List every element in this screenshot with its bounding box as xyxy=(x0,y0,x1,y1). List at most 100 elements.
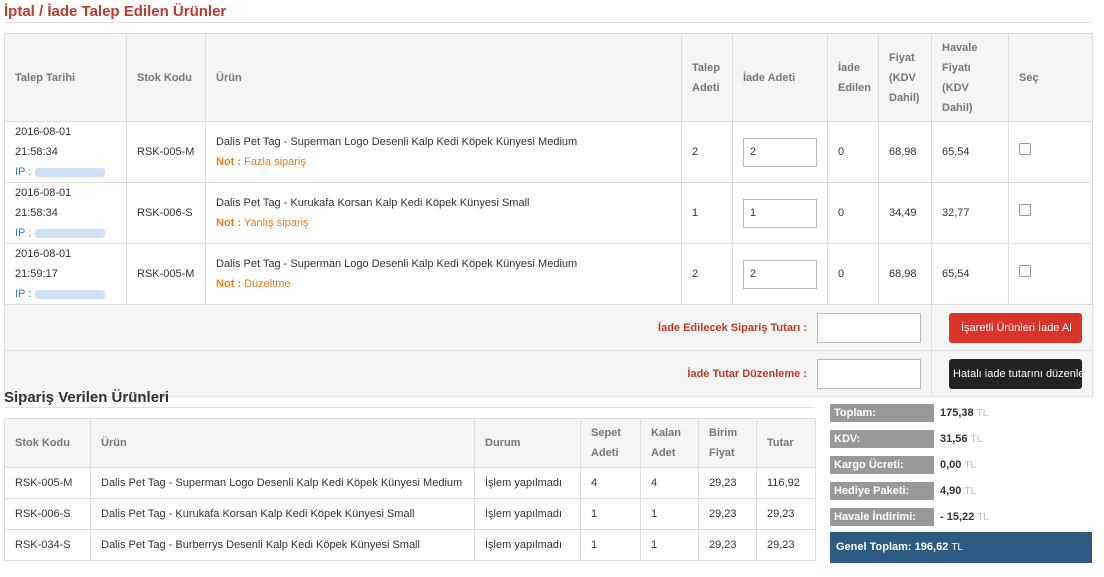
sku: RSK-005-M xyxy=(4,467,91,499)
ip-address: IP : xyxy=(15,284,116,304)
request-date: 2016-08-01 21:58:34 xyxy=(15,126,72,158)
total-value: 175,38 TL xyxy=(940,407,989,419)
ip-address: IP : xyxy=(15,223,116,243)
col-header-date: Talep Tarihi xyxy=(4,33,127,122)
adjust-amount-input[interactable] xyxy=(817,358,921,389)
select-checkbox[interactable] xyxy=(1019,265,1031,277)
col-header-remaining: Kalan Adet xyxy=(640,418,699,468)
cart-qty: 1 xyxy=(580,498,641,530)
col-header-select: Seç xyxy=(1008,33,1093,122)
remaining-qty: 1 xyxy=(640,529,699,561)
returns-table: Talep Tarihi Stok Kodu Ürün Talep Adeti … xyxy=(4,33,1093,397)
total-value: 4,90 TL xyxy=(940,485,977,497)
subtotal-row: Toplam: 175,38 TL xyxy=(830,402,1092,428)
price: 68,98 xyxy=(878,243,932,305)
unit-price: 29,23 xyxy=(698,467,757,499)
col-header-unit-price: Birim Fiyat xyxy=(698,418,757,468)
product-name: Dalis Pet Tag - Burberrys Desenli Kalp K… xyxy=(90,529,475,561)
col-header-total: Tutar xyxy=(756,418,816,468)
returned-qty: 0 xyxy=(827,243,879,305)
product-name: Dalis Pet Tag - Kurukafa Korsan Kalp Ked… xyxy=(90,498,475,530)
title-divider xyxy=(4,407,814,408)
title-divider xyxy=(4,22,1092,23)
col-header-sku: Stok Kodu xyxy=(4,418,91,468)
request-qty: 2 xyxy=(681,243,733,305)
tax-row: KDV: 31,56 TL xyxy=(830,428,1092,454)
return-note: Not : Yanlış sipariş xyxy=(216,217,309,229)
returned-qty: 0 xyxy=(827,121,879,183)
price: 34,49 xyxy=(878,182,932,244)
sku: RSK-005-M xyxy=(126,243,206,305)
transfer-price: 65,54 xyxy=(931,243,1009,305)
refund-amount-label: İade Edilecek Sipariş Tutarı : xyxy=(658,321,807,334)
order-totals: Toplam: 175,38 TL KDV: 31,56 TL Kargo Ücre… xyxy=(830,402,1092,532)
refund-amount-input[interactable] xyxy=(817,312,921,343)
return-row: 2016-08-01 21:58:34 IP : RSK-005-M Dalis … xyxy=(4,121,1093,183)
col-header-request-qty: Talep Adeti xyxy=(681,33,733,122)
order-row: RSK-034-S Dalis Pet Tag - Burberrys Dese… xyxy=(4,529,816,561)
status: İşlem yapılmadı xyxy=(474,529,581,561)
product-name: Dalis Pet Tag - Superman Logo Desenli Ka… xyxy=(216,136,578,148)
price: 68,98 xyxy=(878,121,932,183)
line-total: 116,92 xyxy=(756,467,816,499)
sku: RSK-006-S xyxy=(4,498,91,530)
transfer-price: 32,77 xyxy=(931,182,1009,244)
col-header-returned: İade Edilen xyxy=(827,33,879,122)
request-qty: 1 xyxy=(681,182,733,244)
line-total: 29,23 xyxy=(756,529,816,561)
return-qty-input[interactable] xyxy=(743,137,817,167)
total-value: 0,00 TL xyxy=(940,459,977,471)
col-header-product: Ürün xyxy=(90,418,475,468)
col-header-cart-qty: Sepet Adeti xyxy=(580,418,641,468)
cart-qty: 1 xyxy=(580,529,641,561)
order-row: RSK-006-S Dalis Pet Tag - Kurukafa Korsa… xyxy=(4,498,816,530)
total-label: Toplam: xyxy=(830,404,934,422)
shipping-row: Kargo Ücreti: 0,00 TL xyxy=(830,454,1092,480)
request-qty: 2 xyxy=(681,121,733,183)
adjust-refund-button[interactable]: Hatalı iade tutarını düzenle xyxy=(949,358,1084,389)
return-note: Not : Düzeltme xyxy=(216,278,291,290)
ip-address: IP : xyxy=(15,162,116,182)
grand-total: Genel Toplam: 196,62 TL xyxy=(830,532,1092,563)
return-note: Not : Fazla sipariş xyxy=(216,156,306,168)
remaining-qty: 4 xyxy=(640,467,699,499)
sku: RSK-034-S xyxy=(4,529,91,561)
order-row: RSK-005-M Dalis Pet Tag - Superman Logo … xyxy=(4,467,816,499)
request-date: 2016-08-01 21:59:17 xyxy=(15,248,72,280)
col-header-status: Durum xyxy=(474,418,581,468)
return-qty-input[interactable] xyxy=(743,198,817,228)
select-checkbox[interactable] xyxy=(1019,204,1031,216)
request-date: 2016-08-01 21:58:34 xyxy=(15,187,72,219)
product-name: Dalis Pet Tag - Kurukafa Korsan Kalp Ked… xyxy=(216,197,530,209)
transfer-price: 65,54 xyxy=(931,121,1009,183)
status: İşlem yapılmadı xyxy=(474,498,581,530)
line-total: 29,23 xyxy=(756,498,816,530)
total-label: Havale İndirimi: xyxy=(830,508,934,526)
unit-price: 29,23 xyxy=(698,529,757,561)
total-label: Hediye Paketi: xyxy=(830,482,934,500)
col-header-price: Fiyat (KDV Dahil) xyxy=(878,33,932,122)
cart-qty: 4 xyxy=(580,467,641,499)
returns-section-title: İptal / İade Talep Edilen Ürünler xyxy=(4,3,227,20)
return-row: 2016-08-01 21:59:17 IP : RSK-005-M Dalis … xyxy=(4,243,1093,305)
refund-selected-button[interactable]: İşaretli Ürünleri İade Al xyxy=(949,312,1082,343)
returned-qty: 0 xyxy=(827,182,879,244)
unit-price: 29,23 xyxy=(698,498,757,530)
col-header-product: Ürün xyxy=(205,33,682,122)
total-value: - 15,22 TL xyxy=(940,511,989,523)
col-header-return-qty: İade Adeti xyxy=(732,33,828,122)
status: İşlem yapılmadı xyxy=(474,467,581,499)
product-name: Dalis Pet Tag - Superman Logo Desenli Ka… xyxy=(216,258,578,270)
order-section-title: Sipariş Verilen Ürünleri xyxy=(4,389,170,406)
col-header-transfer-price: Havale Fiyatı (KDV Dahil) xyxy=(931,33,1009,122)
total-label: KDV: xyxy=(830,430,934,448)
order-items-table: Stok Kodu Ürün Durum Sepet Adeti Kalan A… xyxy=(4,418,816,561)
gift-wrap-row: Hediye Paketi: 4,90 TL xyxy=(830,480,1092,506)
transfer-discount-row: Havale İndirimi: - 15,22 TL xyxy=(830,506,1092,532)
select-checkbox[interactable] xyxy=(1019,143,1031,155)
total-value: 31,56 TL xyxy=(940,433,983,445)
sku: RSK-006-S xyxy=(126,182,206,244)
sku: RSK-005-M xyxy=(126,121,206,183)
product-name: Dalis Pet Tag - Superman Logo Desenli Ka… xyxy=(90,467,475,499)
return-qty-input[interactable] xyxy=(743,259,817,289)
